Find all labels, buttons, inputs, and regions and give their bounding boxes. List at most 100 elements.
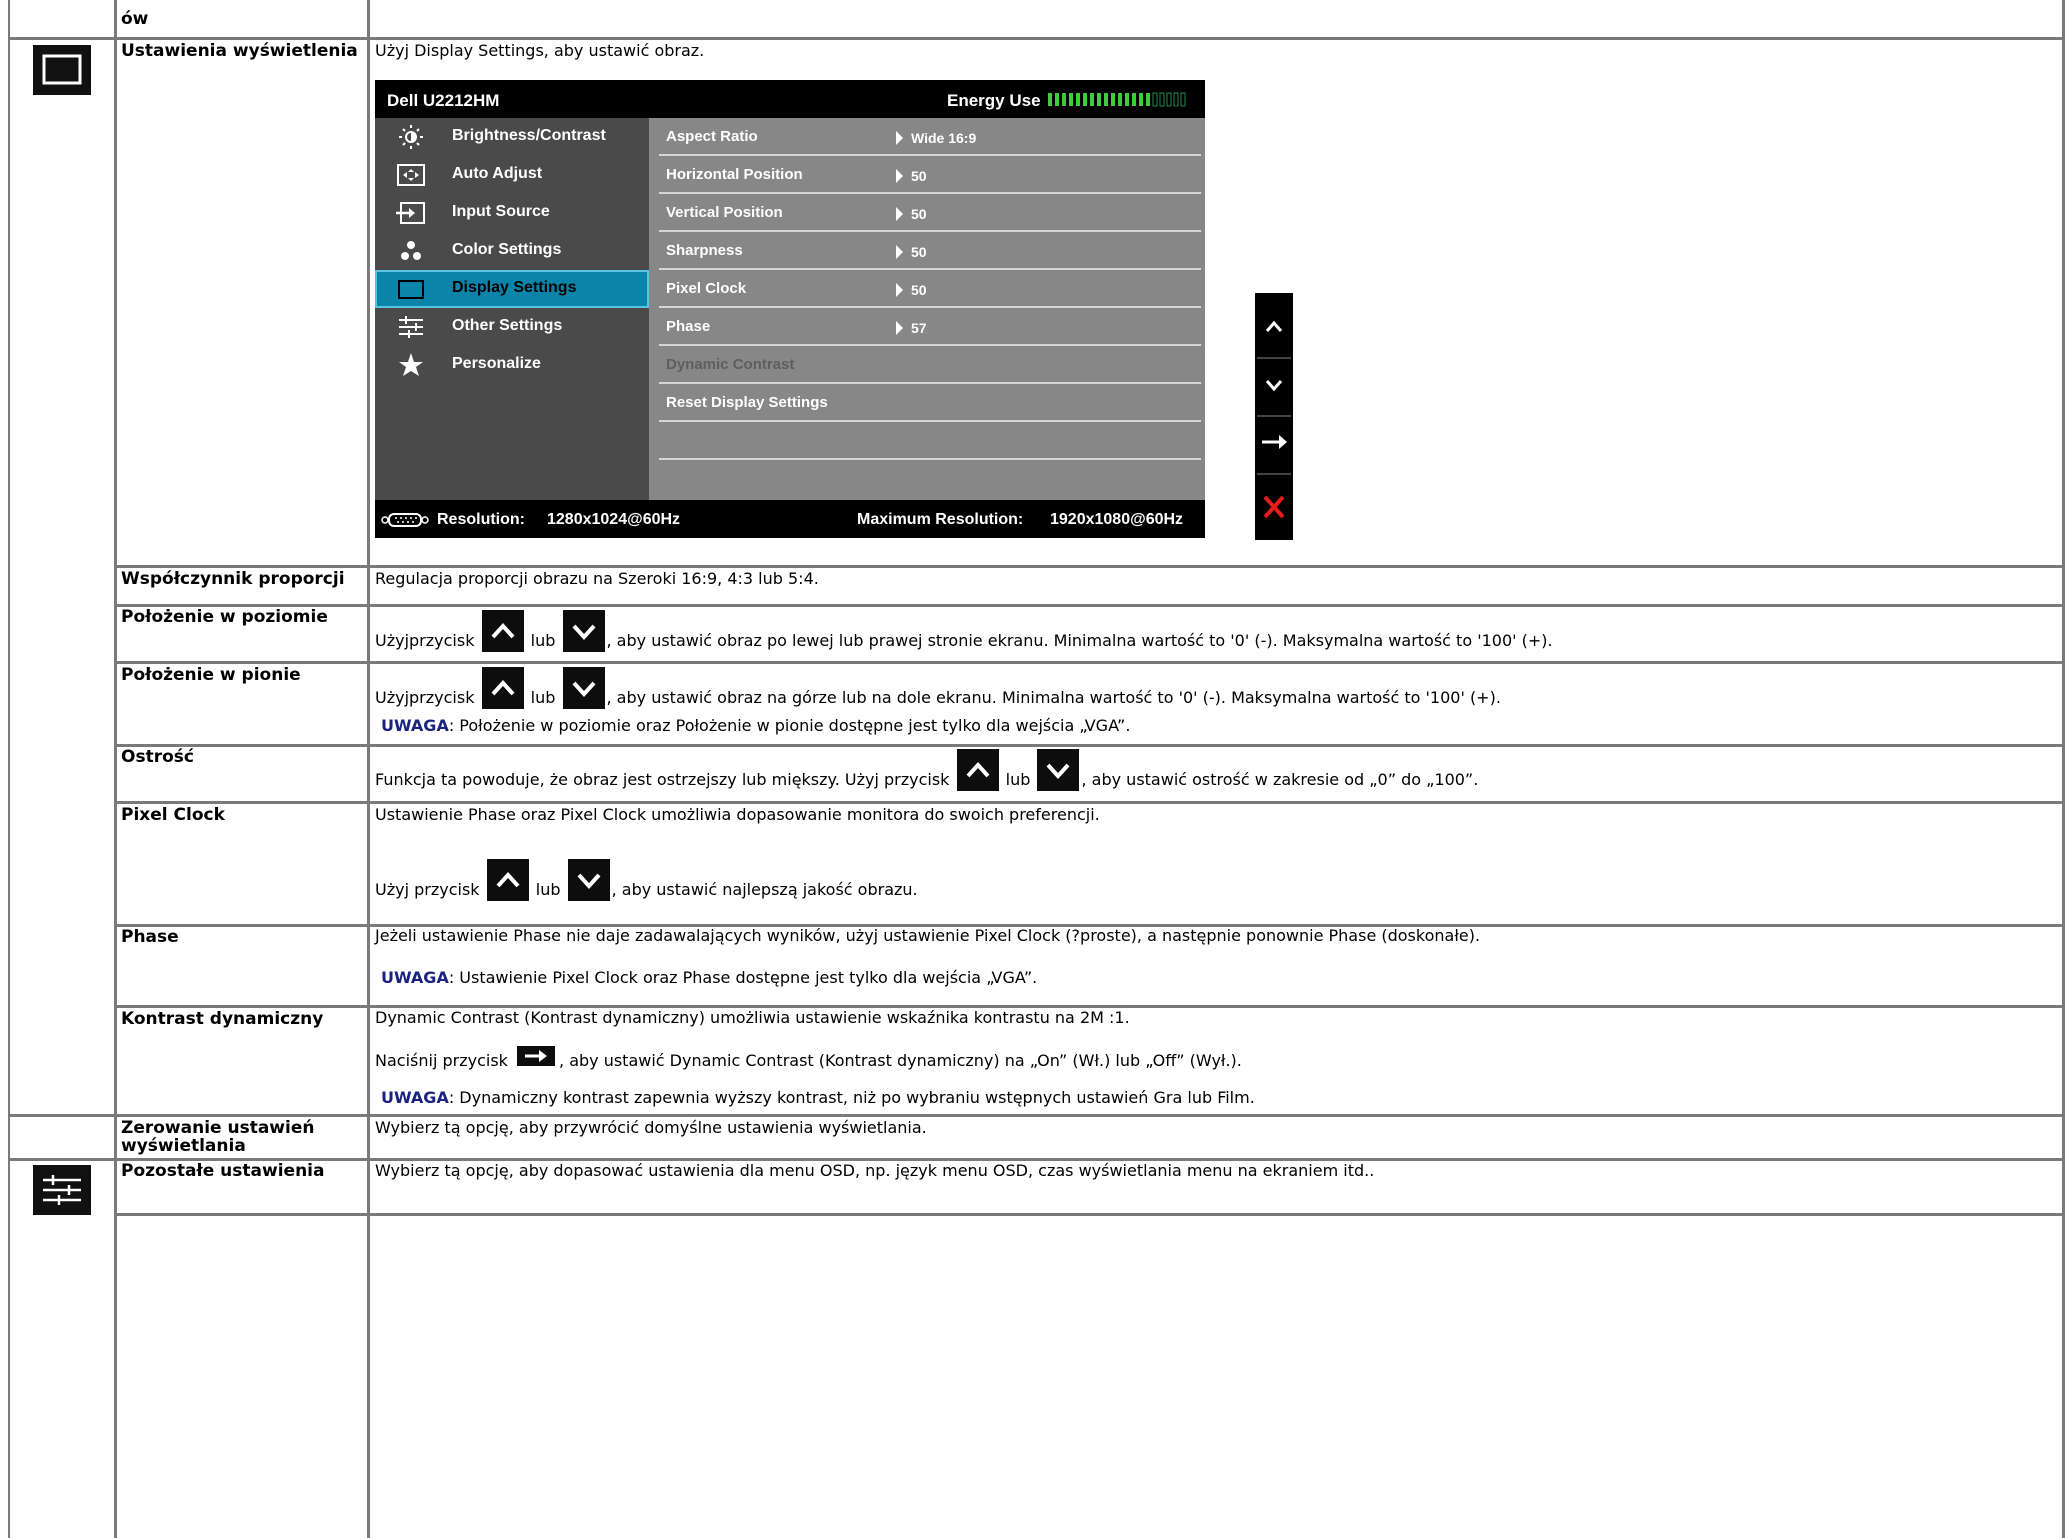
row-label-reset-display-settings: Zerowanie ustawień wyświetlania xyxy=(121,1119,314,1155)
osd-menu-item-label: Display Settings xyxy=(452,279,577,296)
osd-menu-item-label: Brightness/Contrast xyxy=(452,127,606,144)
energy-meter-segment xyxy=(1097,93,1101,106)
label-line: Zerowanie ustawień xyxy=(121,1118,315,1138)
osd-row-horizontal-position[interactable]: Horizontal Position 50 xyxy=(649,156,1205,194)
horizontal-position-text: Użyjprzycisk lub , aby ustawić obraz po … xyxy=(375,610,1553,665)
note-text: : Położenie w poziomie oraz Położenie w … xyxy=(448,716,1131,735)
energy-meter-segment xyxy=(1159,92,1165,107)
osd-menu-item-personalize[interactable]: Personalize xyxy=(375,346,649,384)
osd-menu-screenshot: Dell U2212HM Energy Use Brightness/Contr… xyxy=(375,80,1205,538)
other-settings-text: Wybierz tą opcję, aby dopasować ustawien… xyxy=(375,1161,1375,1180)
osd-model: Dell U2212HM xyxy=(387,91,500,110)
osd-row-vertical-position[interactable]: Vertical Position 50 xyxy=(649,194,1205,232)
display-settings-icon xyxy=(398,280,424,299)
osd-row-value: 50 xyxy=(896,282,927,298)
note-keyword: UWAGA xyxy=(381,1088,449,1107)
osd-max-resolution-label: Maximum Resolution: xyxy=(857,511,1024,528)
energy-meter-segment xyxy=(1152,92,1158,107)
osd-row-phase[interactable]: Phase 57 xyxy=(649,308,1205,346)
up-button-icon xyxy=(486,859,529,901)
osd-header: Dell U2212HM Energy Use xyxy=(375,80,1205,118)
down-button-icon xyxy=(1037,749,1080,791)
row-label-vertical-position: Położenie w pionie xyxy=(121,665,301,685)
down-button-icon xyxy=(562,610,605,652)
energy-meter-segment xyxy=(1090,93,1094,106)
down-arrow-icon[interactable] xyxy=(1255,359,1293,417)
text-segment: , aby ustawić obraz po lewej lub prawej … xyxy=(606,631,1553,650)
osd-row-aspect-ratio[interactable]: Aspect Ratio Wide 16:9 xyxy=(649,118,1205,156)
osd-row-label: Reset Display Settings xyxy=(666,394,828,411)
reset-display-settings-text: Wybierz tą opcję, aby przywrócić domyśln… xyxy=(375,1118,927,1137)
osd-submenu: Aspect Ratio Wide 16:9 Horizontal Positi… xyxy=(649,118,1205,500)
color-settings-icon xyxy=(401,241,421,260)
settings-table: ów Ustawienia wyświetlenia Użyj Display … xyxy=(0,0,2067,1538)
row-label-fragment: ów xyxy=(121,9,149,29)
energy-meter-segment xyxy=(1146,93,1150,106)
energy-meter-segment xyxy=(1118,93,1122,106)
phase-text: Jeżeli ustawienie Phase nie daje zadawal… xyxy=(375,926,1481,945)
osd-row-pixel-clock[interactable]: Pixel Clock 50 xyxy=(649,270,1205,308)
close-icon[interactable] xyxy=(1255,479,1293,537)
down-button-icon xyxy=(562,667,605,709)
row-divider xyxy=(114,1213,2065,1216)
osd-energy-label: Energy Use xyxy=(947,91,1041,110)
row-label-other-settings: Pozostałe ustawienia xyxy=(121,1161,325,1181)
right-arrow-button-icon xyxy=(517,1046,556,1066)
osd-menu-item-label: Auto Adjust xyxy=(452,165,543,182)
osd-row-label: Pixel Clock xyxy=(666,280,747,297)
row-label-horizontal-position: Położenie w poziomie xyxy=(121,607,328,627)
energy-meter-segment xyxy=(1111,93,1115,106)
energy-meter-segment xyxy=(1180,92,1186,107)
input-source-icon xyxy=(396,202,425,224)
down-button-icon xyxy=(567,859,610,901)
right-arrow-icon[interactable] xyxy=(1255,417,1293,475)
up-button-icon xyxy=(481,610,524,652)
text-segment: lub xyxy=(535,880,561,899)
osd-row-label: Horizontal Position xyxy=(666,166,803,183)
text-segment: Funkcja ta powoduje, że obraz jest ostrz… xyxy=(375,770,950,789)
text-segment: lub xyxy=(530,688,556,707)
osd-row-sharpness[interactable]: Sharpness 50 xyxy=(649,232,1205,270)
note-keyword: UWAGA xyxy=(381,716,449,735)
up-button-icon xyxy=(956,749,999,791)
osd-menu-item-input-source[interactable]: Input Source xyxy=(375,194,649,232)
text-segment: Użyj przycisk xyxy=(375,880,480,899)
osd-menu-item-label: Other Settings xyxy=(452,317,563,334)
osd-row-value: 50 xyxy=(896,168,927,184)
energy-meter-segment xyxy=(1048,93,1052,106)
osd-navigation-panel xyxy=(1255,293,1293,540)
dynamic-contrast-text: Dynamic Contrast (Kontrast dynamiczny) u… xyxy=(375,1008,1130,1027)
osd-row-dynamic-contrast: Dynamic Contrast xyxy=(649,346,1205,384)
up-arrow-icon[interactable] xyxy=(1255,301,1293,359)
auto-adjust-icon xyxy=(397,164,425,186)
text-segment: , aby ustawić obraz na górze lub na dole… xyxy=(606,688,1501,707)
brightness-icon xyxy=(399,125,423,149)
osd-menu-item-display-settings[interactable]: Display Settings xyxy=(375,270,649,308)
osd-footer: Resolution: 1280x1024@60Hz Maximum Resol… xyxy=(375,500,1205,538)
osd-main-menu: Brightness/Contrast Auto Adjust Input So… xyxy=(375,118,649,500)
osd-row-label: Aspect Ratio xyxy=(666,128,758,145)
osd-menu-item-other-settings[interactable]: Other Settings xyxy=(375,308,649,346)
row-divider xyxy=(114,744,2065,747)
osd-menu-item-brightness[interactable]: Brightness/Contrast xyxy=(375,118,649,156)
row-divider xyxy=(8,37,2065,40)
star-icon xyxy=(399,353,423,376)
energy-meter xyxy=(1048,92,1186,107)
osd-menu-item-label: Color Settings xyxy=(452,241,562,258)
osd-menu-item-color-settings[interactable]: Color Settings xyxy=(375,232,649,270)
label-line: wyświetlania xyxy=(121,1136,246,1156)
osd-max-resolution-value: 1920x1080@60Hz xyxy=(1050,511,1184,528)
row-divider xyxy=(114,565,2065,568)
text-segment: lub xyxy=(530,631,556,650)
energy-meter-segment xyxy=(1062,93,1066,106)
pixel-clock-instruction: Użyj przycisk lub , aby ustawić najlepsz… xyxy=(375,859,918,914)
osd-row-empty xyxy=(649,422,1205,460)
dynamic-contrast-instruction: Naciśnij przycisk , aby ustawić Dynamic … xyxy=(375,1046,1242,1071)
text-segment: , aby ustawić Dynamic Contrast (Kontrast… xyxy=(559,1051,1242,1070)
vertical-position-text: Użyjprzycisk lub , aby ustawić obraz na … xyxy=(375,667,1501,722)
osd-menu-item-auto-adjust[interactable]: Auto Adjust xyxy=(375,156,649,194)
text-segment: Użyjprzycisk xyxy=(375,688,475,707)
osd-row-reset-display-settings[interactable]: Reset Display Settings xyxy=(649,384,1205,422)
text-segment: lub xyxy=(1005,770,1031,789)
row-label-sharpness: Ostrość xyxy=(121,747,194,767)
